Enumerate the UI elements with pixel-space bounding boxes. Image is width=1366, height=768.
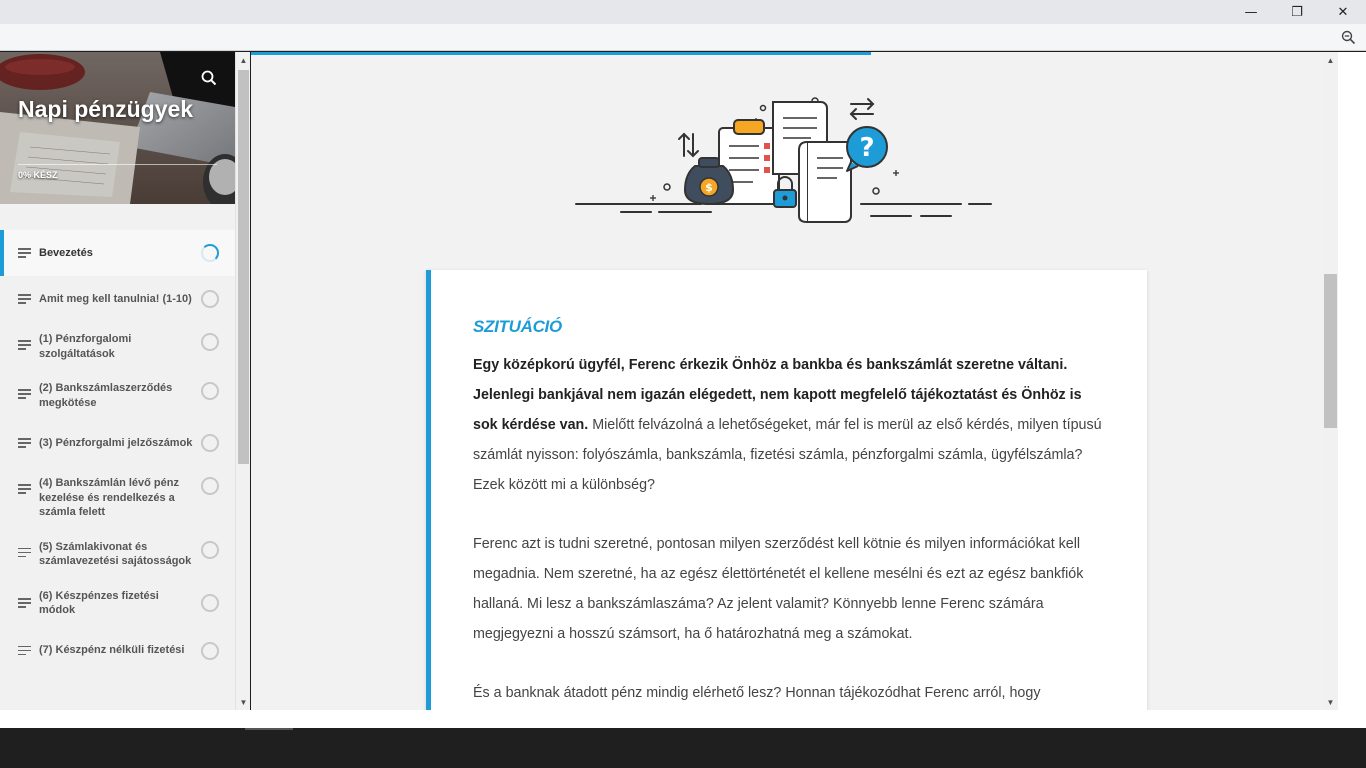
browser-toolbar [0,24,1366,51]
lesson-label: (4) Bankszámlán lévő pénz kezelése és re… [39,477,179,518]
course-sidebar: Napi pénzügyek 0% KÉSZ Bevezetés Amit meg… [0,52,250,710]
paragraph-2: Ferenc azt is tudni szeretné, pontosan m… [473,536,1084,642]
content-scroll-thumb[interactable] [1324,274,1337,428]
banking-illustration: ? $ [575,97,992,223]
minimize-button[interactable]: — [1228,0,1274,24]
not-started-icon [201,641,219,660]
sidebar-scrollbar[interactable]: ▲ ▼ [235,52,250,710]
not-started-icon [201,594,219,612]
situation-text: Egy középkorú ügyfél, Ferenc érkezik Önh… [473,350,1109,710]
course-title: Napi pénzügyek [18,96,194,122]
paragraph-3: És a banknak átadott pénz mindig elérhet… [473,685,1041,701]
menu-lines-icon [18,340,31,350]
course-divider [18,164,217,165]
window-bottom-edge [0,710,1366,728]
content-scrollbar[interactable]: ▲ ▼ [1323,52,1338,710]
zoom-out-button[interactable] [1338,27,1358,47]
sidebar-scroll-thumb[interactable] [238,70,249,464]
zoom-out-icon [1341,30,1355,44]
lesson-label: (6) Készpénzes fizetési módok [39,589,159,617]
menu-lines-icon [18,645,31,656]
menu-lines-icon [18,598,31,608]
paragraph-1: Egy középkorú ügyfél, Ferenc érkezik Önh… [473,350,1109,500]
menu-lines-icon [18,484,31,494]
lesson-content: ? $ SZITUÁCIÓ Egy középkorú ügyfél, Fere… [251,52,1338,710]
window-titlebar: — ❐ ✕ [0,0,1366,24]
restore-icon: ❐ [1291,4,1303,20]
scroll-down-icon[interactable]: ▼ [236,694,250,710]
lesson-item[interactable]: (7) Készpénz nélküli fizetési [0,628,235,674]
in-progress-icon [201,244,219,262]
lesson-label: (1) Pénzforgalomi szolgáltatások [39,333,132,360]
menu-lines-icon [18,438,31,448]
lesson-item[interactable]: (1) Pénzforgalomi szolgáltatások [0,322,235,371]
close-icon: ✕ [1337,4,1349,20]
not-started-icon [201,434,219,452]
close-button[interactable]: ✕ [1320,0,1366,24]
lesson-item[interactable]: (2) Bankszámlaszerződés megkötése [0,371,235,420]
search-button[interactable] [190,64,228,92]
lesson-label: (7) Készpénz nélküli fizetési [39,644,185,657]
menu-lines-icon [18,547,31,558]
svg-text:$: $ [705,181,713,194]
situation-card: SZITUÁCIÓ Egy középkorú ügyfél, Ferenc é… [426,270,1147,710]
lesson-item[interactable]: (6) Készpénzes fizetési módok [0,579,235,628]
lesson-progress-bar [251,52,871,55]
taskbar-indicator [245,728,293,730]
not-started-icon [201,540,219,559]
not-started-icon [201,333,219,351]
lesson-item[interactable]: Amit meg kell tanulnia! (1-10) [0,276,235,322]
not-started-icon [201,477,219,495]
lesson-label: Amit meg kell tanulnia! (1-10) [39,292,192,305]
lesson-label: (5) Számlakivonat és számlavezetési sajá… [39,540,192,568]
lesson-item[interactable]: (5) Számlakivonat és számlavezetési sajá… [0,530,235,579]
lesson-item[interactable]: (3) Pénzforgalmi jelzőszámok [0,420,235,466]
content-scroll-down-icon[interactable]: ▼ [1323,694,1338,710]
lesson-list: Bevezetés Amit meg kell tanulnia! (1-10) (… [0,230,235,674]
svg-text:?: ? [859,133,874,163]
course-header: Napi pénzügyek 0% KÉSZ [0,52,235,204]
right-gutter [1338,52,1366,710]
course-progress-label: 0% KÉSZ [18,170,58,180]
menu-lines-icon [18,294,31,304]
lesson-item[interactable]: (4) Bankszámlán lévő pénz kezelése és re… [0,466,235,530]
lesson-item[interactable]: Bevezetés [0,230,235,276]
menu-lines-icon [18,389,31,399]
not-started-icon [201,290,219,308]
menu-lines-icon [18,248,31,258]
scroll-up-icon[interactable]: ▲ [236,52,250,68]
lesson-label: Bevezetés [39,246,93,259]
situation-heading: SZITUÁCIÓ [473,317,562,336]
minimize-icon: — [1244,4,1258,20]
not-started-icon [201,382,219,400]
taskbar [0,728,1366,768]
restore-button[interactable]: ❐ [1274,0,1320,24]
search-icon [201,70,217,86]
content-scroll-up-icon[interactable]: ▲ [1323,52,1338,68]
lesson-label: (2) Bankszámlaszerződés megkötése [39,382,173,409]
lesson-label: (3) Pénzforgalmi jelzőszámok [39,436,193,449]
